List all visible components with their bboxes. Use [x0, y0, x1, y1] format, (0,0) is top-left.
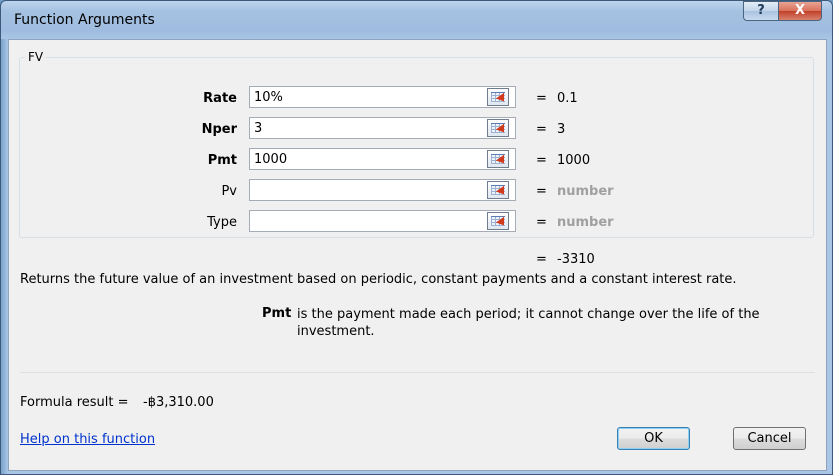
pmt-evaluated-value: 1000 — [557, 153, 591, 168]
pv-input[interactable] — [249, 179, 516, 201]
type-collapse-dialog-icon[interactable] — [487, 212, 509, 230]
argument-help-text: is the payment made each period; it cann… — [297, 307, 760, 339]
arg-label-rate: Rate — [203, 91, 237, 106]
window-frame-edge — [1, 39, 8, 474]
help-on-function-link[interactable]: Help on this function — [20, 432, 155, 447]
close-icon[interactable]: X — [778, 1, 822, 21]
nper-evaluated-value: 3 — [557, 122, 566, 137]
formula-result-value: -฿3,310.00 — [143, 395, 214, 410]
type-input[interactable] — [249, 210, 516, 232]
type-evaluated-value: number — [557, 215, 614, 230]
rate-evaluated-value: 0.1 — [557, 91, 578, 106]
pmt-equals: = — [536, 153, 547, 168]
divider — [20, 372, 815, 373]
cancel-button[interactable]: Cancel — [733, 427, 806, 450]
function-name-label: FV — [25, 50, 47, 64]
ok-button[interactable]: OK — [617, 427, 690, 450]
pv-equals: = — [536, 184, 547, 199]
arg-label-type: Type — [207, 215, 237, 230]
type-equals: = — [536, 215, 547, 230]
arg-label-nper: Nper — [201, 122, 237, 137]
dialog-title: Function Arguments — [14, 12, 155, 28]
nper-collapse-dialog-icon[interactable] — [487, 119, 509, 137]
dialog-body: FV Rate = 0.1 Nper = 3 Pmt = 1000 Pv = n… — [8, 39, 827, 471]
pmt-input[interactable] — [249, 148, 516, 170]
rate-collapse-dialog-icon[interactable] — [487, 88, 509, 106]
pmt-collapse-dialog-icon[interactable] — [487, 150, 509, 168]
arg-label-pmt: Pmt — [207, 153, 237, 168]
rate-input[interactable] — [249, 86, 516, 108]
title-bar[interactable]: Function Arguments ? X — [1, 1, 832, 39]
function-result-value: -3310 — [557, 252, 595, 267]
argument-help-name: Pmt — [262, 306, 292, 321]
function-arguments-dialog: Function Arguments ? X FV Rate = 0.1 Npe… — [0, 0, 833, 475]
formula-result-label: Formula result = — [20, 395, 129, 410]
pv-collapse-dialog-icon[interactable] — [487, 181, 509, 199]
function-description: Returns the future value of an investmen… — [20, 272, 737, 287]
function-result-equals: = — [536, 252, 547, 267]
nper-input[interactable] — [249, 117, 516, 139]
arg-label-pv: Pv — [221, 184, 237, 199]
pv-evaluated-value: number — [557, 184, 614, 199]
nper-equals: = — [536, 122, 547, 137]
help-icon[interactable]: ? — [743, 1, 779, 21]
rate-equals: = — [536, 91, 547, 106]
